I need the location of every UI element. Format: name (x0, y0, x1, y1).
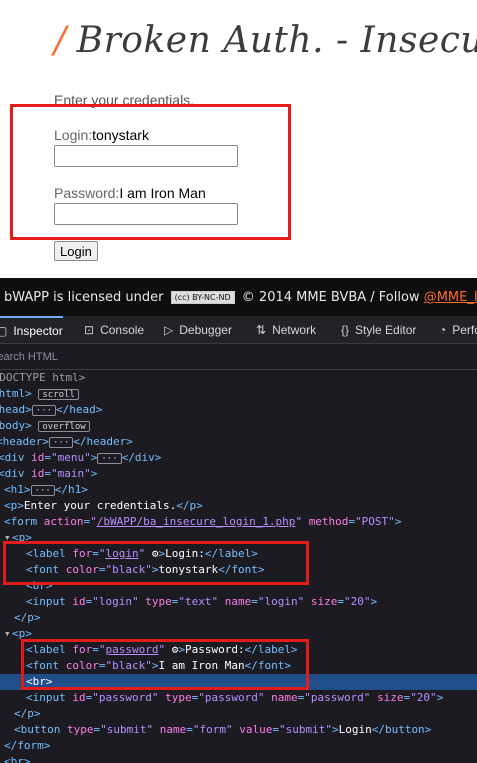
tree-row[interactable]: ▾<p> (0, 530, 477, 546)
debugger-icon: ▷ (164, 323, 174, 337)
tree-row[interactable]: </form> (0, 738, 477, 754)
tree-row[interactable]: </p> (0, 610, 477, 626)
tree-row[interactable]: <div id="menu"> ··· </div> (0, 450, 477, 466)
tab-performance-label: Performance (452, 323, 477, 337)
tree-row[interactable]: <button type="submit" name="form" value=… (0, 722, 477, 738)
tree-row[interactable]: <!DOCTYPE html> (0, 370, 477, 386)
tree-row-selected[interactable]: <br> (0, 674, 477, 690)
page-title-text: Broken Auth. - Insecure Login Forms (76, 20, 477, 61)
tree-row[interactable]: <body> overflow (0, 418, 477, 434)
tab-style-editor-label: Style Editor (355, 323, 417, 337)
password-label: Password:I am Iron Man (54, 185, 206, 201)
label-for-login-link[interactable]: login (105, 547, 138, 560)
twitter-link[interactable]: @MME_IT (424, 290, 477, 305)
tab-inspector[interactable]: ▢ Inspector (0, 316, 63, 343)
performance-icon: ◔ (439, 323, 447, 337)
tree-row[interactable]: <label for="login" ⚙>Login:</label> (0, 546, 477, 562)
tab-style-editor[interactable]: {} Style Editor (341, 316, 417, 343)
tree-row[interactable]: <br> (0, 578, 477, 594)
tab-network[interactable]: ⇅ Network (256, 316, 317, 343)
html-search-input[interactable]: Search HTML (0, 344, 477, 370)
tree-row[interactable]: <h1> ··· </h1> (0, 482, 477, 498)
label-for-password-link[interactable]: password (105, 643, 158, 656)
tab-performance[interactable]: ◔ Performance (439, 316, 477, 343)
collapsed-ellipsis-badge[interactable]: ··· (31, 404, 57, 416)
tree-row[interactable]: <html> scroll (0, 386, 477, 402)
network-icon: ⇅ (256, 323, 267, 337)
inspector-icon: ▢ (0, 318, 7, 343)
expand-arrow-icon[interactable]: ▾ (4, 530, 12, 546)
tree-row[interactable]: <header> ··· </header> (0, 434, 477, 450)
tree-row[interactable]: <label for="password" ⚙>Password:</label… (0, 642, 477, 658)
overflow-badge[interactable]: overflow (38, 420, 90, 432)
tree-row[interactable]: <p>Enter your credentials.</p> (0, 498, 477, 514)
page-title: /Broken Auth. - Insecure Login Forms (54, 20, 477, 61)
password-input[interactable] (54, 203, 238, 225)
intro-text: Enter your credentials. (54, 92, 195, 108)
collapsed-ellipsis-badge[interactable]: ··· (48, 436, 74, 448)
login-label-text: Login: (54, 127, 93, 143)
tree-row[interactable]: <br> (0, 754, 477, 763)
login-button[interactable]: Login (54, 241, 98, 261)
tree-row[interactable]: <font color="black">I am Iron Man</font> (0, 658, 477, 674)
tree-row[interactable]: <font color="black">tonystark</font> (0, 562, 477, 578)
scroll-badge[interactable]: scroll (38, 388, 79, 400)
markup-tree: <!DOCTYPE html> <html> scroll <head>···<… (0, 370, 477, 763)
event-listener-icon[interactable]: ⚙ (145, 547, 159, 560)
html-search-placeholder: Search HTML (0, 351, 58, 363)
event-listener-icon[interactable]: ⚙ (165, 643, 179, 656)
password-echo-value: I am Iron Man (119, 185, 206, 201)
login-label: Login:tonystark (54, 127, 149, 143)
tab-console-label: Console (100, 323, 145, 337)
login-input[interactable] (54, 145, 238, 167)
footer-license-text: bWAPP is licensed under (4, 290, 164, 305)
web-page: /Broken Auth. - Insecure Login Forms Ent… (0, 0, 477, 278)
collapsed-ellipsis-badge[interactable]: ··· (30, 484, 55, 496)
form-action-link[interactable]: /bWAPP/ba_insecure_login_1.php (97, 515, 296, 528)
tree-node-text: <!DOCTYPE html> (0, 371, 86, 384)
tab-network-label: Network (272, 323, 317, 337)
tab-debugger-label: Debugger (179, 323, 232, 337)
tree-row[interactable]: <input id="login" type="text" name="logi… (0, 594, 477, 610)
tab-debugger[interactable]: ▷ Debugger (164, 316, 232, 343)
tree-row[interactable]: </p> (0, 706, 477, 722)
password-label-text: Password: (54, 185, 120, 201)
collapsed-ellipsis-badge[interactable]: ··· (97, 452, 122, 464)
tree-row[interactable]: <form action="/bWAPP/ba_insecure_login_1… (0, 514, 477, 530)
footer-bar: bWAPP is licensed under (cc) BY-NC-ND © … (0, 278, 477, 316)
style-editor-icon: {} (341, 323, 350, 337)
tree-row[interactable]: <input id="password" type="password" nam… (0, 690, 477, 706)
devtools-toolbar: ▢ Inspector ⊡ Console ▷ Debugger ⇅ Network {… (0, 316, 477, 344)
tab-console[interactable]: ⊡ Console (84, 316, 145, 343)
tree-row[interactable]: <head>···</head> (0, 402, 477, 418)
title-slash: / (54, 20, 67, 61)
tree-row[interactable]: ▾<p> (0, 626, 477, 642)
footer-copyright-text: © 2014 MME BVBA / Follow (241, 290, 420, 305)
cc-license-badge[interactable]: (cc) BY-NC-ND (170, 291, 235, 304)
expand-arrow-icon[interactable]: ▾ (4, 626, 12, 642)
console-icon: ⊡ (84, 323, 95, 337)
tab-inspector-label: Inspector (13, 324, 63, 338)
login-echo-value: tonystark (92, 127, 149, 143)
tree-row[interactable]: <div id="main"> (0, 466, 477, 482)
